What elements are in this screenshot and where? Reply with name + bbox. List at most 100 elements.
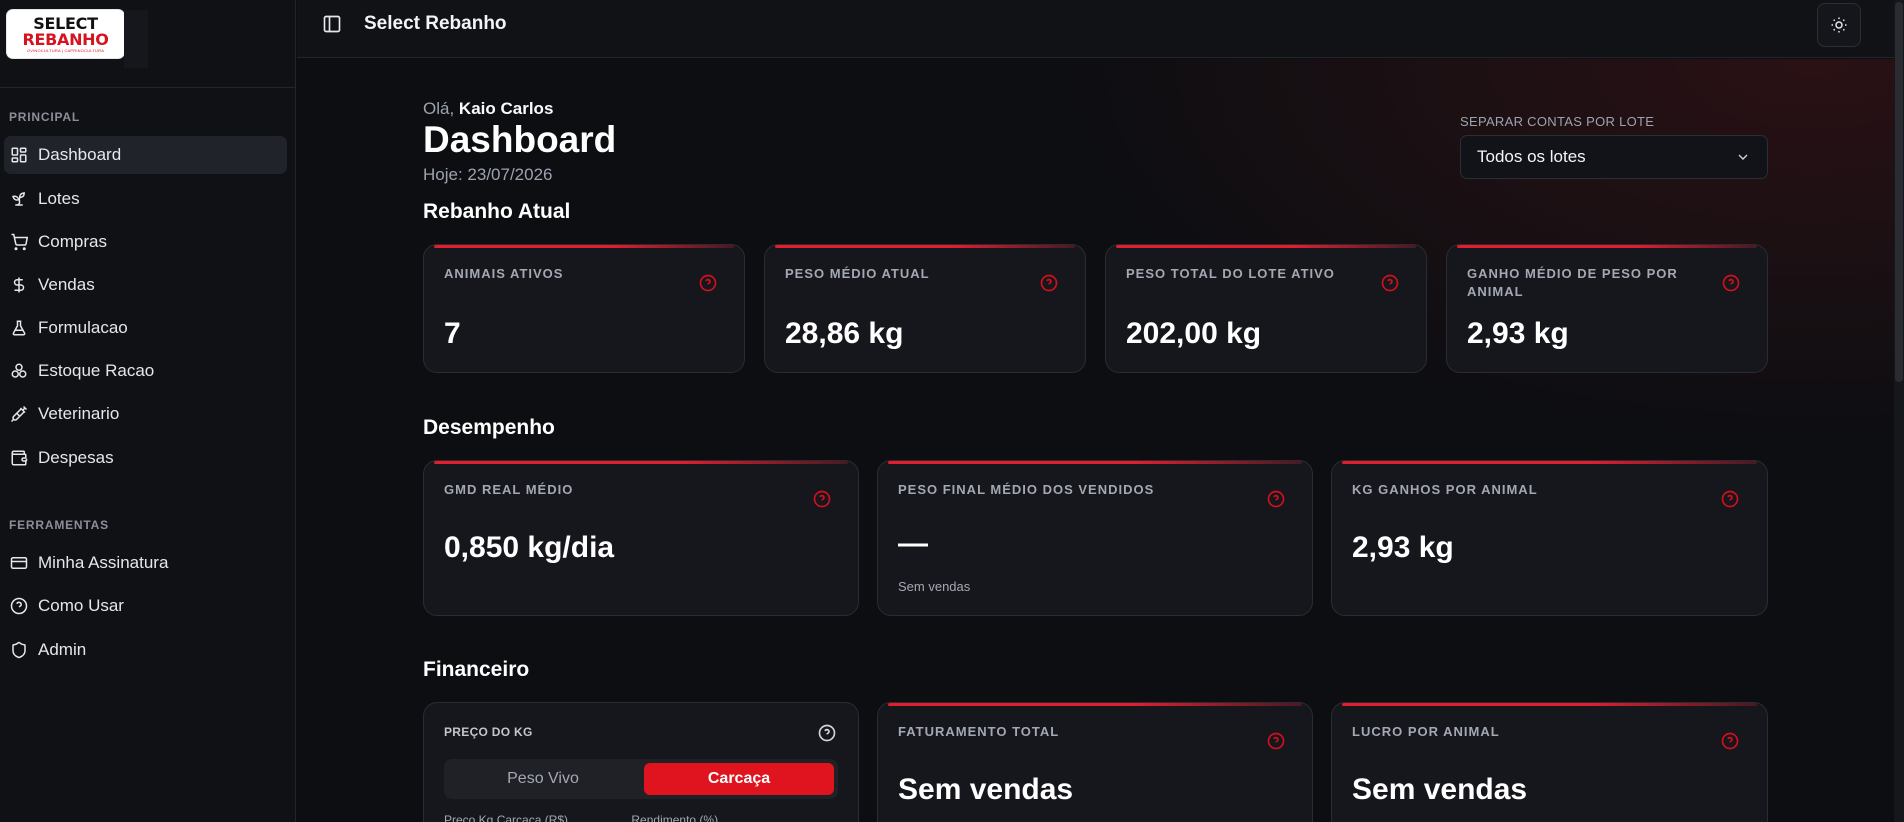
page-scrollbar[interactable] [1894, 0, 1904, 822]
preco-carcaca-label: Preço Kg Carcaça (R$) [444, 813, 569, 822]
sidebar-item-minha-assinatura[interactable]: Minha Assinatura [4, 544, 287, 582]
credit-card-icon [10, 557, 28, 569]
stat-card-kg-ganhos: KG GANHOS POR ANIMAL 2,93 kg [1331, 460, 1768, 616]
logo-tagline: OVINOCULTURA | CAPRINOCULTURA [26, 47, 105, 53]
sidebar-item-label: Formulacao [38, 318, 128, 337]
card-label: PREÇO DO KG [444, 725, 533, 739]
card-label: PESO TOTAL DO LOTE ATIVO [1126, 266, 1335, 281]
help-icon[interactable] [1266, 731, 1286, 751]
price-type-toggle: Peso Vivo Carcaça [444, 759, 838, 799]
help-icon[interactable] [812, 489, 832, 509]
dollar-icon [13, 277, 25, 293]
stat-card-ganho-medio: GANHO MÉDIO DE PESO POR ANIMAL 2,93 kg [1446, 244, 1768, 373]
today-date: Hoje: 23/07/2026 [423, 165, 553, 184]
sidebar-item-formulacao[interactable]: Formulacao [4, 309, 287, 347]
card-label: LUCRO POR ANIMAL [1352, 724, 1500, 739]
chevron-down-icon [1738, 154, 1748, 160]
sidebar: SELECT REBANHO OVINOCULTURA | CAPRINOCUL… [0, 0, 296, 822]
lot-select-label: SEPARAR CONTAS POR LOTE [1460, 114, 1655, 129]
app-logo[interactable]: SELECT REBANHO OVINOCULTURA | CAPRINOCUL… [7, 10, 124, 58]
card-label: ANIMAIS ATIVOS [444, 266, 564, 281]
stat-card-gmd: GMD REAL MÉDIO 0,850 kg/dia [423, 460, 859, 616]
card-label: PESO MÉDIO ATUAL [785, 266, 930, 281]
sun-icon [1831, 17, 1847, 33]
help-icon[interactable] [1266, 489, 1286, 509]
logo-edge [124, 10, 148, 68]
lot-select[interactable]: Todos os lotes [1460, 135, 1768, 179]
main-content: Olá, Kaio Carlos Dashboard Hoje: 23/07/2… [297, 59, 1894, 822]
help-icon[interactable] [1039, 273, 1059, 293]
card-value: 2,93 kg [1467, 317, 1569, 350]
sidebar-item-label: Vendas [38, 275, 95, 294]
sidebar-item-label: Compras [38, 232, 107, 251]
help-circle-icon [10, 597, 28, 615]
sidebar-item-dashboard[interactable]: Dashboard [4, 136, 287, 174]
sidebar-item-compras[interactable]: Compras [4, 223, 287, 261]
sidebar-item-estoque-racao[interactable]: Estoque Racao [4, 352, 287, 390]
sidebar-item-label: Como Usar [38, 596, 124, 615]
scrollbar-thumb[interactable] [1895, 2, 1903, 382]
cart-icon [11, 233, 28, 251]
section-title-financeiro: Financeiro [423, 658, 530, 681]
sidebar-header: SELECT REBANHO OVINOCULTURA | CAPRINOCUL… [0, 0, 295, 88]
sprout-icon [12, 192, 26, 206]
logo-text-bottom: REBANHO [22, 29, 109, 49]
card-value: Sem vendas [1352, 773, 1528, 806]
sidebar-item-como-usar[interactable]: Como Usar [4, 587, 287, 625]
theme-toggle-button[interactable] [1817, 3, 1861, 47]
card-subtext: Sem vendas [898, 579, 971, 594]
card-label: GMD REAL MÉDIO [444, 482, 574, 497]
boxes-icon [11, 363, 27, 378]
section-title-desempenho: Desempenho [423, 416, 555, 439]
sidebar-item-label: Admin [38, 640, 87, 659]
card-value: 2,93 kg [1352, 531, 1454, 564]
card-value: 7 [444, 317, 461, 350]
dashboard-grid-icon [11, 147, 27, 163]
card-value: 202,00 kg [1126, 317, 1262, 350]
card-label: GANHO MÉDIO DE PESO POR ANIMAL [1467, 266, 1678, 299]
sidebar-item-despesas[interactable]: Despesas [4, 439, 287, 477]
help-icon[interactable] [1380, 273, 1400, 293]
help-icon[interactable] [1720, 489, 1740, 509]
greeting: Olá, Kaio Carlos [423, 99, 553, 119]
sidebar-item-veterinario[interactable]: Veterinario [4, 395, 287, 433]
sidebar-item-label: Veterinario [38, 404, 120, 423]
sidebar-item-label: Estoque Racao [38, 361, 155, 380]
section-label-principal: PRINCIPAL [9, 110, 80, 124]
preco-kg-card: PREÇO DO KG Peso Vivo Carcaça Preço Kg C… [423, 702, 859, 822]
stat-card-peso-medio: PESO MÉDIO ATUAL 28,86 kg [764, 244, 1086, 373]
card-value: — [898, 527, 928, 560]
page-title: Dashboard [423, 119, 617, 160]
syringe-icon [10, 405, 28, 423]
carcaca-option[interactable]: Carcaça [644, 763, 834, 795]
card-label: KG GANHOS POR ANIMAL [1352, 482, 1538, 497]
price-field-labels: Preço Kg Carcaça (R$) Rendimento (%) [444, 813, 718, 822]
sidebar-item-lotes[interactable]: Lotes [4, 180, 287, 218]
card-value: 0,850 kg/dia [444, 531, 615, 564]
flask-icon [12, 320, 26, 336]
user-name: Kaio Carlos [458, 99, 554, 118]
section-title-rebanho: Rebanho Atual [423, 200, 571, 223]
sidebar-item-vendas[interactable]: Vendas [4, 266, 287, 304]
help-icon[interactable] [698, 273, 718, 293]
sidebar-toggle-icon[interactable] [322, 14, 342, 34]
topbar: Select Rebanho [297, 0, 1904, 58]
stat-card-lucro: LUCRO POR ANIMAL Sem vendas [1331, 702, 1768, 822]
stat-card-peso-total: PESO TOTAL DO LOTE ATIVO 202,00 kg [1105, 244, 1427, 373]
greeting-prefix: Olá, [423, 99, 455, 118]
card-label: PESO FINAL MÉDIO DOS VENDIDOS [898, 482, 1155, 497]
help-icon[interactable] [1720, 731, 1740, 751]
shield-icon [12, 641, 26, 659]
sidebar-item-admin[interactable]: Admin [4, 631, 287, 669]
stat-card-animais-ativos: ANIMAIS ATIVOS 7 [423, 244, 745, 373]
rendimento-label: Rendimento (%) [631, 813, 719, 822]
help-icon[interactable] [1721, 273, 1741, 293]
app-title: Select Rebanho [364, 13, 507, 34]
stat-card-faturamento: FATURAMENTO TOTAL Sem vendas [877, 702, 1313, 822]
card-value: 28,86 kg [785, 317, 904, 350]
sidebar-item-label: Despesas [38, 448, 114, 467]
lot-select-value: Todos os lotes [1477, 147, 1586, 166]
peso-vivo-option[interactable]: Peso Vivo [448, 763, 638, 795]
wallet-icon [11, 450, 28, 466]
help-icon[interactable] [817, 723, 837, 743]
